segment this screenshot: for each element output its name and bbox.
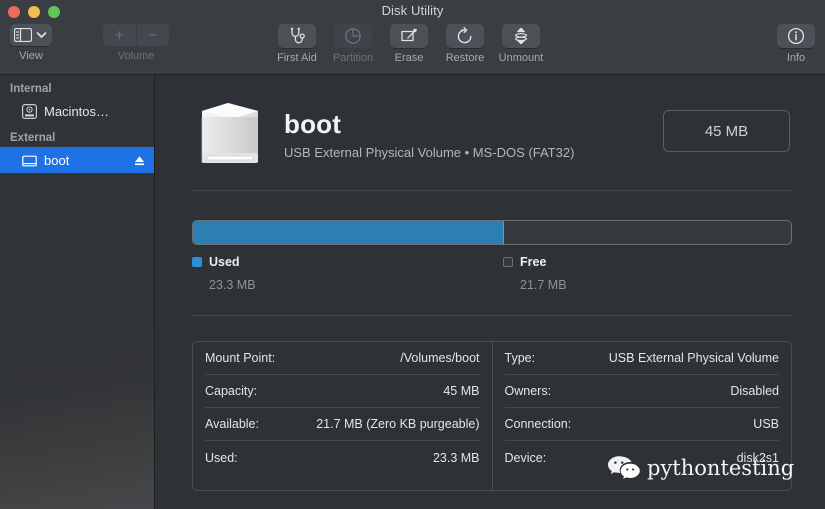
detail-key: Available: (205, 417, 259, 431)
toolbar-tools: First Aid Partition Erase Restore Unmoun… (270, 24, 548, 64)
disk-utility-window: Disk Utility View + − Volume First Aid P… (0, 0, 825, 509)
unmount-icon (513, 27, 529, 45)
detail-row: Type: USB External Physical Volume (504, 342, 779, 375)
detail-key: Type: (504, 351, 536, 365)
detail-row: Connection: USB (504, 408, 779, 441)
detail-value: Disabled (730, 384, 779, 398)
hard-drive-icon (192, 95, 264, 173)
detail-value: USB (753, 417, 779, 431)
view-label: View (19, 50, 43, 62)
detail-value: 45 MB (443, 384, 480, 398)
minus-icon: − (148, 26, 158, 44)
detail-value: USB External Physical Volume (608, 351, 779, 365)
add-volume-button[interactable]: + (103, 24, 137, 46)
detail-value: /Volumes/boot (400, 351, 480, 365)
stethoscope-icon (288, 27, 307, 45)
unmount-label: Unmount (498, 52, 544, 64)
usage-bar-used-fill (193, 221, 504, 244)
detail-key: Mount Point: (205, 351, 276, 365)
detail-value: 23.3 MB (432, 450, 480, 465)
erase-icon (400, 27, 419, 45)
legend-item-free: Free 21.7 MB (503, 255, 567, 292)
free-swatch-icon (503, 257, 513, 267)
legend-item-used: Used 23.3 MB (192, 255, 256, 292)
info-button[interactable] (777, 24, 815, 48)
legend-value: 21.7 MB (520, 278, 567, 292)
detail-row: Used: 23.3 MB (205, 441, 480, 474)
detail-row: Owners: Disabled (504, 375, 779, 408)
remove-volume-button[interactable]: − (137, 24, 170, 46)
detail-value: disk2s1 (736, 450, 779, 465)
details-column-right: Type: USB External Physical Volume Owner… (493, 342, 792, 490)
view-group: View (10, 24, 52, 62)
detail-key: Device: (504, 450, 547, 465)
detail-row: Mount Point: /Volumes/boot (205, 342, 480, 375)
sidebar: Internal Macintos… External boot (0, 75, 155, 509)
detail-key: Owners: (504, 384, 552, 398)
pie-chart-icon (344, 27, 362, 45)
first-aid-button[interactable]: First Aid (270, 24, 324, 64)
legend-label: Used (209, 255, 240, 269)
detail-key: Capacity: (205, 384, 258, 398)
detail-row: Device: disk2s1 (505, 441, 780, 474)
erase-button[interactable]: Erase (382, 24, 436, 64)
sidebar-group-header-external: External (10, 132, 56, 144)
sidebar-group-header-internal: Internal (10, 83, 52, 95)
restore-label: Restore (445, 52, 485, 64)
volume-title: boot (284, 108, 342, 139)
chevron-down-icon (36, 31, 47, 39)
sidebar-item-boot[interactable]: boot (0, 147, 154, 173)
sidebar-item-label: boot (44, 152, 70, 168)
volume-label: Volume (117, 50, 155, 62)
divider-bottom (192, 315, 792, 316)
titlebar: Disk Utility View + − Volume First Aid P… (0, 0, 825, 75)
partition-label: Partition (332, 52, 374, 64)
info-group: Info (777, 24, 815, 64)
legend-label: Free (520, 255, 547, 269)
view-button[interactable] (10, 24, 52, 46)
window-title: Disk Utility (381, 3, 444, 18)
partition-button[interactable]: Partition (326, 24, 380, 64)
volume-hero: boot USB External Physical Volume • MS-D… (192, 95, 574, 173)
restore-button[interactable]: Restore (438, 24, 492, 64)
usage-bar (192, 220, 792, 245)
sidebar-item-label: Macintos… (44, 103, 110, 119)
internal-disk-icon (22, 103, 37, 119)
eject-icon[interactable] (133, 154, 146, 167)
details-column-left: Mount Point: /Volumes/boot Capacity: 45 … (193, 342, 493, 490)
info-circle-icon (787, 27, 805, 45)
detail-key: Connection: (504, 417, 572, 431)
volume-segmented-control: + − (103, 24, 169, 46)
volume-details: Mount Point: /Volumes/boot Capacity: 45 … (192, 341, 792, 491)
first-aid-label: First Aid (277, 52, 317, 64)
sidebar-item-macintosh-hd[interactable]: Macintos… (0, 98, 154, 124)
unmount-button[interactable]: Unmount (494, 24, 548, 64)
volume-group: + − Volume (103, 24, 169, 62)
capacity-badge: 45 MB (663, 110, 790, 152)
external-volume-icon (22, 153, 37, 168)
legend-value: 23.3 MB (209, 278, 256, 292)
detail-row: Capacity: 45 MB (205, 375, 480, 408)
restore-icon (456, 27, 474, 45)
divider-top (192, 190, 792, 191)
volume-subtitle: USB External Physical Volume • MS-DOS (F… (284, 144, 575, 160)
plus-icon: + (114, 26, 124, 44)
info-label: Info (786, 52, 806, 64)
detail-row: Available: 21.7 MB (Zero KB purgeable) (205, 408, 480, 441)
detail-value: 21.7 MB (Zero KB purgeable) (316, 417, 480, 431)
used-swatch-icon (192, 257, 202, 267)
sidebar-layout-icon (14, 28, 32, 42)
main-panel: boot USB External Physical Volume • MS-D… (156, 75, 825, 509)
erase-label: Erase (394, 52, 424, 64)
detail-key: Used: (205, 450, 238, 465)
